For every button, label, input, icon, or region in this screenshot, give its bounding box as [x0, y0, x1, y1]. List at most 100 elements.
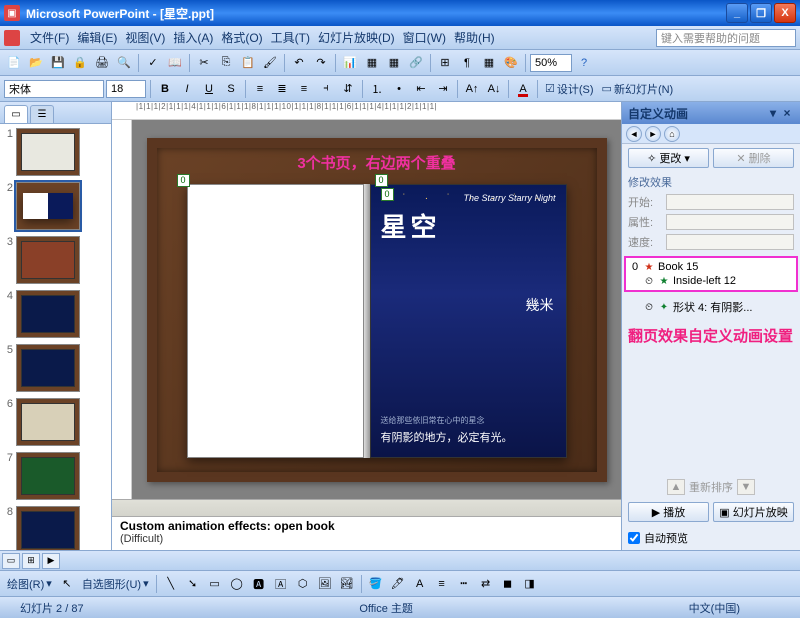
- animation-item[interactable]: ⏲ ✦ 形状 4: 有阴影...: [622, 298, 800, 316]
- select-objects-button[interactable]: ↖: [57, 574, 77, 594]
- font-color-button[interactable]: A: [513, 79, 533, 99]
- slide-thumbnail-5[interactable]: [16, 344, 80, 392]
- help-button[interactable]: ?: [574, 53, 594, 73]
- copy-button[interactable]: ⎘: [216, 53, 236, 73]
- taskpane-forward-button[interactable]: ►: [645, 126, 661, 142]
- tables-borders-button[interactable]: ▦: [384, 53, 404, 73]
- clipart-button[interactable]: 🖼: [315, 574, 335, 594]
- animation-list[interactable]: 0 ★ Book 15 ⏲ ★ Inside-left 12: [624, 256, 798, 292]
- slide-thumbnail-2[interactable]: [16, 182, 80, 230]
- menu-help[interactable]: 帮助(H): [450, 27, 499, 48]
- table-button[interactable]: ▦: [362, 53, 382, 73]
- menu-file[interactable]: 文件(F): [26, 27, 73, 48]
- book-left-page[interactable]: [187, 184, 364, 458]
- animation-item[interactable]: ⏲ ★ Inside-left 12: [628, 274, 794, 288]
- help-search-box[interactable]: 键入需要帮助的问题: [656, 29, 796, 47]
- tab-slides[interactable]: ▭: [4, 105, 28, 123]
- notes-pane[interactable]: Custom animation effects: open book (Dif…: [112, 516, 621, 550]
- line-button[interactable]: ╲: [161, 574, 181, 594]
- numbering-button[interactable]: ⒈: [367, 79, 387, 99]
- slide-thumbnail-1[interactable]: [16, 128, 80, 176]
- slide-canvas[interactable]: 3个书页，右边两个重叠 The Starry Starry Night 星空 幾…: [132, 120, 621, 499]
- anim-order-handle[interactable]: 0: [381, 188, 394, 201]
- font-size-combo[interactable]: 18: [106, 80, 146, 98]
- close-button[interactable]: X: [774, 3, 796, 23]
- permission-button[interactable]: 🔒: [70, 53, 90, 73]
- align-right-button[interactable]: ≡: [294, 79, 314, 99]
- undo-button[interactable]: ↶: [289, 53, 309, 73]
- increase-indent-button[interactable]: ⇥: [433, 79, 453, 99]
- align-center-button[interactable]: ≣: [272, 79, 292, 99]
- line-style-button[interactable]: ≡: [432, 574, 452, 594]
- property-combo[interactable]: [666, 214, 794, 230]
- thumbnail-list[interactable]: 1 2 3 4 5 6 7 8: [0, 124, 111, 550]
- font-combo[interactable]: 宋体: [4, 80, 104, 98]
- picture-button[interactable]: 🏞: [337, 574, 357, 594]
- autopreview-checkbox[interactable]: [628, 532, 640, 544]
- slideshow-button[interactable]: ▣ 幻灯片放映: [713, 502, 794, 522]
- anim-order-handle[interactable]: 0: [375, 174, 388, 187]
- hyperlink-button[interactable]: 🔗: [406, 53, 426, 73]
- arrow-button[interactable]: ➘: [183, 574, 203, 594]
- bold-button[interactable]: B: [155, 79, 175, 99]
- sorter-view-button[interactable]: ⊞: [22, 553, 40, 569]
- new-slide-button[interactable]: ▭ 新幻灯片(N): [599, 81, 677, 97]
- menu-format[interactable]: 格式(O): [217, 27, 266, 48]
- horizontal-scrollbar[interactable]: [112, 499, 621, 516]
- text-direction-button[interactable]: ⇵: [338, 79, 358, 99]
- dash-style-button[interactable]: ┅: [454, 574, 474, 594]
- zoom-combo[interactable]: 50%: [530, 54, 572, 72]
- minimize-button[interactable]: _: [726, 3, 748, 23]
- current-slide[interactable]: 3个书页，右边两个重叠 The Starry Starry Night 星空 幾…: [147, 138, 607, 482]
- slide-thumbnail-8[interactable]: [16, 506, 80, 550]
- expand-button[interactable]: ⊞: [435, 53, 455, 73]
- animation-item[interactable]: 0 ★ Book 15: [628, 260, 794, 274]
- format-painter-button[interactable]: 🖌: [260, 53, 280, 73]
- new-button[interactable]: 📄: [4, 53, 24, 73]
- grid-button[interactable]: ▦: [479, 53, 499, 73]
- arrow-style-button[interactable]: ⇄: [476, 574, 496, 594]
- slide-thumbnail-4[interactable]: [16, 290, 80, 338]
- speed-combo[interactable]: [666, 234, 794, 250]
- play-button[interactable]: ▶ 播放: [628, 502, 709, 522]
- shadow-button[interactable]: S: [221, 79, 241, 99]
- oval-button[interactable]: ◯: [227, 574, 247, 594]
- book-right-page[interactable]: The Starry Starry Night 星空 幾米 送给那些依旧常在心中…: [370, 184, 567, 458]
- save-button[interactable]: 💾: [48, 53, 68, 73]
- research-button[interactable]: 📖: [165, 53, 185, 73]
- reorder-down-button[interactable]: ▼: [737, 479, 755, 495]
- menu-insert[interactable]: 插入(A): [169, 27, 217, 48]
- slide-thumbnail-6[interactable]: [16, 398, 80, 446]
- chart-button[interactable]: 📊: [340, 53, 360, 73]
- autoshapes-menu[interactable]: 自选图形(U) ▾: [79, 576, 152, 592]
- redo-button[interactable]: ↷: [311, 53, 331, 73]
- decrease-font-button[interactable]: A↓: [484, 79, 504, 99]
- book-object[interactable]: The Starry Starry Night 星空 幾米 送给那些依旧常在心中…: [187, 184, 567, 458]
- line-color-button[interactable]: 🖊: [388, 574, 408, 594]
- start-combo[interactable]: [666, 194, 794, 210]
- tab-outline[interactable]: ☰: [30, 105, 54, 123]
- increase-font-button[interactable]: A↑: [462, 79, 482, 99]
- anim-order-handle[interactable]: 0: [177, 174, 190, 187]
- taskpane-home-button[interactable]: ⌂: [664, 126, 680, 142]
- taskpane-close-button[interactable]: ×: [780, 106, 794, 120]
- textbox-button[interactable]: 🅰: [249, 574, 269, 594]
- menu-tools[interactable]: 工具(T): [267, 27, 314, 48]
- add-effect-button[interactable]: ✧ 更改 ▾: [628, 148, 709, 168]
- maximize-button[interactable]: ❐: [750, 3, 772, 23]
- menu-edit[interactable]: 编辑(E): [73, 27, 121, 48]
- bullets-button[interactable]: •: [389, 79, 409, 99]
- italic-button[interactable]: I: [177, 79, 197, 99]
- taskpane-back-button[interactable]: ◄: [626, 126, 642, 142]
- paste-button[interactable]: 📋: [238, 53, 258, 73]
- show-formatting-button[interactable]: ¶: [457, 53, 477, 73]
- menu-slideshow[interactable]: 幻灯片放映(D): [314, 27, 399, 48]
- print-button[interactable]: 🖨: [92, 53, 112, 73]
- menu-window[interactable]: 窗口(W): [399, 27, 450, 48]
- reorder-up-button[interactable]: ▲: [667, 479, 685, 495]
- underline-button[interactable]: U: [199, 79, 219, 99]
- shadow-style-button[interactable]: ◼: [498, 574, 518, 594]
- rectangle-button[interactable]: ▭: [205, 574, 225, 594]
- wordart-button[interactable]: 🄰: [271, 574, 291, 594]
- normal-view-button[interactable]: ▭: [2, 553, 20, 569]
